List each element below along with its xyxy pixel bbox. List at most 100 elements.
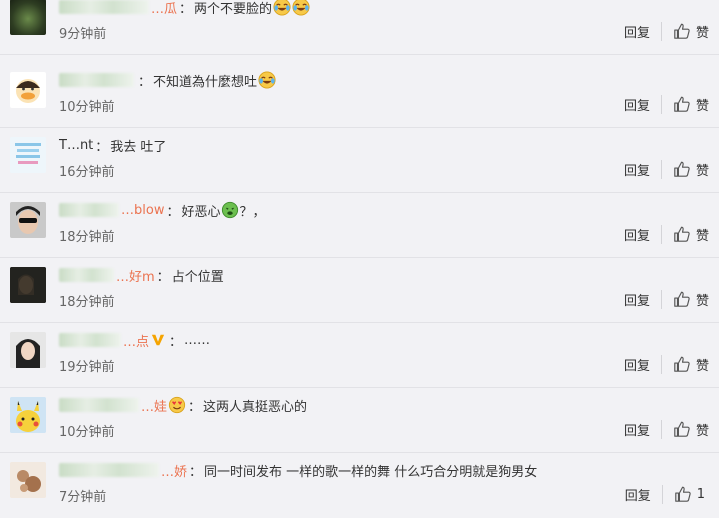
comment-row: …点 ： …… 19分钟前 回复 赞	[0, 323, 719, 388]
comment-actions: 回复 赞	[624, 353, 709, 375]
like-button[interactable]: 赞	[673, 95, 709, 114]
thumbs-up-icon	[674, 226, 690, 242]
avatar-image	[10, 397, 46, 433]
reply-button[interactable]: 回复	[624, 21, 662, 41]
comment-content: …娃 ： 这两人真挺恶心的	[59, 394, 307, 416]
comment-row: …好m ： 占个位置 18分钟前 回复 赞	[0, 258, 719, 323]
timestamp: 18分钟前	[59, 295, 115, 310]
reply-button[interactable]: 回复	[624, 94, 662, 114]
avatar[interactable]	[10, 462, 46, 498]
avatar-image	[15, 143, 41, 164]
thumbs-up-icon	[674, 486, 691, 502]
username[interactable]: …瓜	[151, 0, 177, 17]
comment-content: …blow ： 好恶心 ？，	[59, 199, 266, 221]
username[interactable]: …点	[123, 331, 149, 350]
like-button[interactable]: 赞	[673, 420, 709, 439]
comment-text: 我去 吐了	[110, 139, 167, 155]
like-count: 1	[696, 486, 705, 502]
comment-text: 好恶心	[181, 204, 221, 220]
reply-button[interactable]: 回复	[624, 159, 662, 179]
thumbs-up-icon	[674, 421, 690, 437]
avatar[interactable]	[10, 0, 46, 35]
thumbs-up-icon	[674, 161, 690, 177]
comment-row: …娃 ： 这两人真挺恶心的 10分钟前 回复 赞	[0, 388, 719, 453]
like-button[interactable]: 赞	[673, 225, 709, 244]
avatar[interactable]	[10, 267, 46, 303]
separator: ：	[188, 399, 202, 415]
username-blurred[interactable]	[59, 73, 134, 87]
separator: ：	[95, 139, 109, 155]
like-label: 赞	[695, 358, 709, 374]
avatar-image	[10, 267, 46, 303]
sick-emoji-icon	[222, 201, 239, 219]
comment-content: …点 ： ……	[59, 329, 210, 351]
comment-content: T…nt ： 我去 吐了	[59, 134, 166, 156]
comment-list: …瓜 ： 两个不要脸的 9分钟前 回复 赞 ： 不知道為什麼想吐 10分钟前 回	[0, 0, 719, 516]
avatar[interactable]	[10, 397, 46, 433]
timestamp: 18分钟前	[59, 230, 115, 245]
thumbs-up-icon	[674, 356, 690, 372]
username-blurred[interactable]	[59, 0, 149, 14]
username[interactable]: …blow	[121, 203, 164, 218]
timestamp: 19分钟前	[59, 360, 115, 375]
avatar[interactable]	[10, 332, 46, 368]
comment-actions: 回复 1	[625, 483, 705, 505]
avatar[interactable]	[10, 72, 46, 108]
comment-actions: 回复 赞	[624, 223, 709, 245]
comment-content: ： 不知道為什麼想吐	[59, 69, 276, 91]
like-button[interactable]: 1	[674, 485, 705, 503]
username[interactable]: …娇	[161, 461, 187, 480]
reply-button[interactable]: 回复	[624, 354, 662, 374]
avatar-image	[16, 79, 40, 103]
comment-text: 两个不要脸的	[194, 1, 273, 17]
separator: ：	[189, 464, 203, 480]
comment-actions: 回复 赞	[624, 20, 709, 42]
comment-actions: 回复 赞	[624, 158, 709, 180]
comment-row: ： 不知道為什麼想吐 10分钟前 回复 赞	[0, 63, 719, 128]
timestamp: 9分钟前	[59, 27, 107, 42]
username-blurred[interactable]	[59, 268, 114, 282]
laugh-cry-emoji-icon	[258, 71, 276, 89]
comment-actions: 回复 赞	[624, 288, 709, 310]
thumbs-up-icon	[674, 291, 690, 307]
reply-button[interactable]: 回复	[624, 289, 662, 309]
comment-content: …瓜 ： 两个不要脸的	[59, 0, 310, 18]
reply-button[interactable]: 回复	[624, 419, 662, 439]
thumbs-up-icon	[674, 96, 690, 112]
like-button[interactable]: 赞	[673, 290, 709, 309]
comment-content: …娇 ： 同一时间发布 一样的歌一样的舞 什么巧合分明就是狗男女	[59, 459, 537, 481]
like-label: 赞	[695, 423, 709, 439]
laugh-cry-emoji-icon	[292, 0, 310, 16]
comment-text: 不知道為什麼想吐	[153, 74, 258, 90]
timestamp: 10分钟前	[59, 100, 115, 115]
comment-actions: 回复 赞	[624, 418, 709, 440]
username[interactable]: …娃	[141, 396, 167, 415]
avatar[interactable]	[10, 202, 46, 238]
like-label: 赞	[695, 163, 709, 179]
like-label: 赞	[695, 25, 709, 41]
username-blurred[interactable]	[59, 398, 139, 412]
username-blurred[interactable]	[59, 463, 159, 477]
comment-text: 占个位置	[171, 269, 224, 285]
username[interactable]: …好m	[116, 266, 155, 285]
comment-content: …好m ： 占个位置	[59, 264, 224, 286]
like-label: 赞	[695, 98, 709, 114]
avatar-image	[10, 462, 46, 498]
reply-button[interactable]: 回复	[625, 484, 663, 504]
username[interactable]: T…nt	[59, 138, 93, 153]
like-button[interactable]: 赞	[673, 355, 709, 374]
separator: ：	[166, 204, 180, 220]
like-label: 赞	[695, 293, 709, 309]
comment-text-suffix: ？，	[239, 204, 266, 220]
comment-row: …瓜 ： 两个不要脸的 9分钟前 回复 赞	[0, 0, 719, 55]
avatar[interactable]	[10, 137, 46, 173]
comment-actions: 回复 赞	[624, 93, 709, 115]
verified-v-icon	[151, 334, 165, 346]
reply-button[interactable]: 回复	[624, 224, 662, 244]
separator: ：	[138, 74, 152, 90]
like-button[interactable]: 赞	[673, 160, 709, 179]
like-button[interactable]: 赞	[673, 22, 709, 41]
username-blurred[interactable]	[59, 203, 119, 217]
laugh-cry-emoji-icon	[273, 0, 291, 16]
username-blurred[interactable]	[59, 333, 121, 347]
